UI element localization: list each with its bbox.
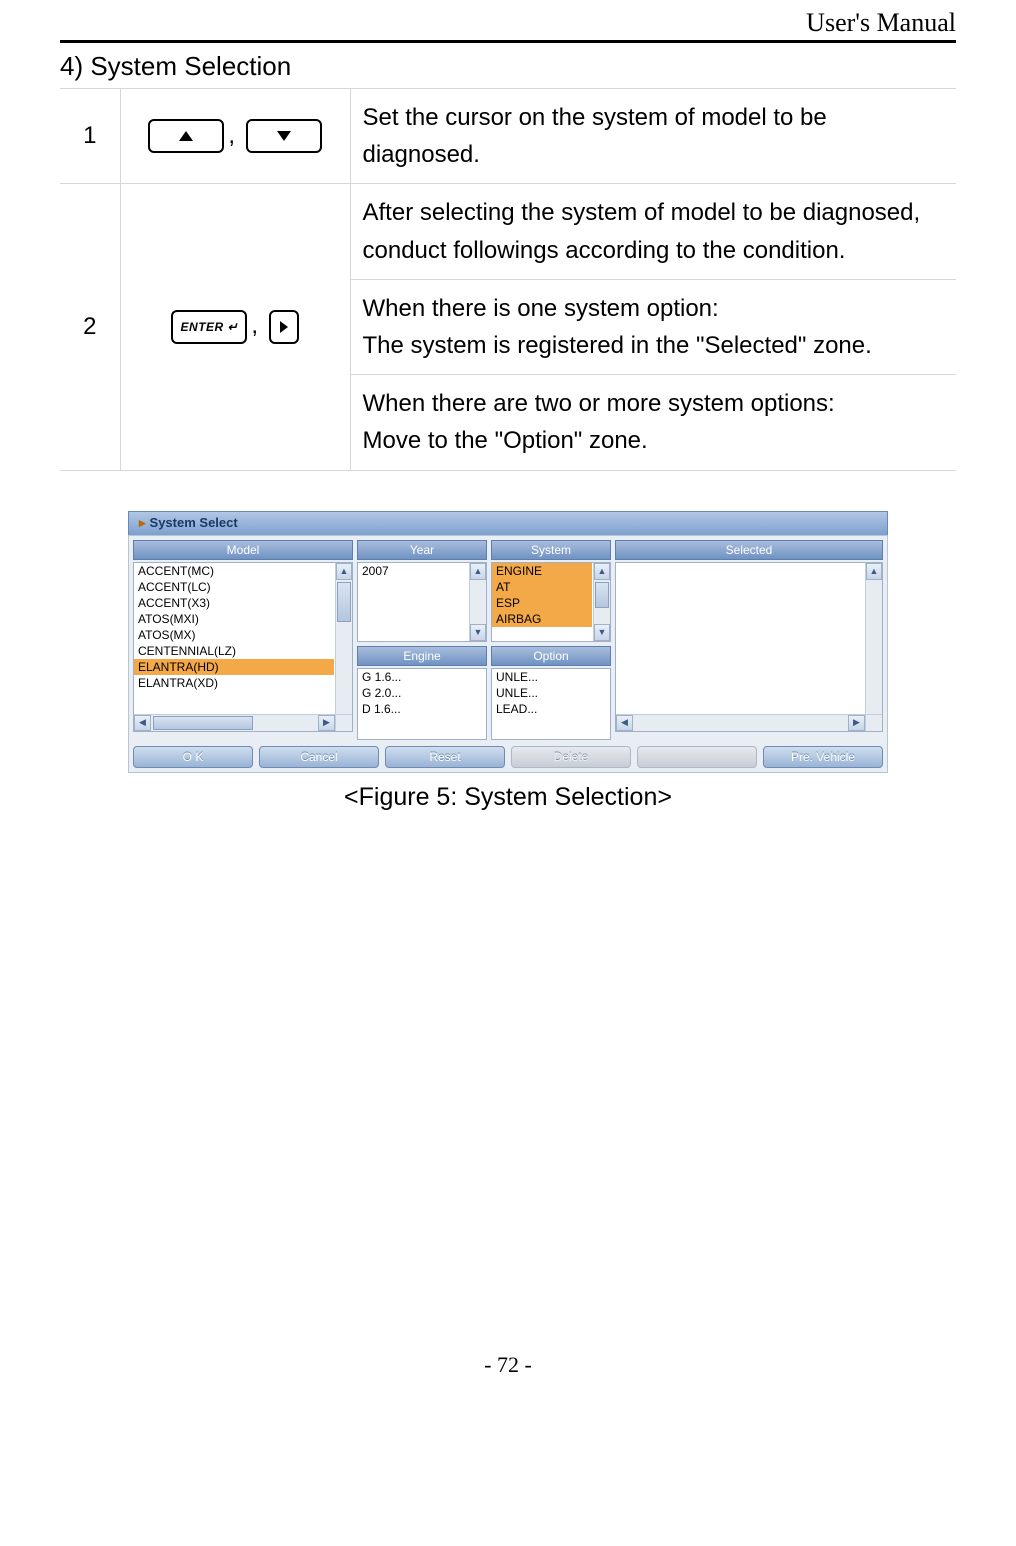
list-item[interactable]: D 1.6... [358,701,468,717]
header-rule [60,40,956,43]
scroll-left-icon[interactable]: ◀ [616,715,633,731]
row-number: 1 [60,89,120,184]
list-item[interactable]: LEAD... [492,701,592,717]
list-item[interactable]: ESP [492,595,592,611]
scroll-left-icon[interactable]: ◀ [134,715,151,731]
list-item[interactable]: ELANTRA(XD) [134,675,334,691]
blank-button [637,746,757,768]
row-number: 2 [60,184,120,470]
row-buttons: , [120,89,350,184]
scroll-up-icon[interactable]: ▲ [594,563,610,580]
scrollbar-vertical[interactable]: ▲ ▼ [469,563,486,641]
row-desc: When there are two or more system option… [350,375,956,470]
system-header: System [491,540,611,560]
year-header: Year [357,540,487,560]
scroll-up-icon[interactable]: ▲ [866,563,882,580]
scrollbar-vertical[interactable]: ▲ ▼ [593,563,610,641]
scroll-up-icon[interactable]: ▲ [470,563,486,580]
selected-listbox[interactable]: ▲ ▼ ◀ ▶ [615,562,883,732]
list-item[interactable]: AIRBAG [492,611,592,627]
list-item[interactable]: ELANTRA(HD) [134,659,334,675]
scroll-thumb[interactable] [595,582,609,608]
scrollbar-vertical[interactable]: ▲ ▼ [865,563,882,731]
triangle-down-icon [277,131,291,141]
pre-vehicle-button[interactable]: Pre. Vehicle [763,746,883,768]
list-item[interactable]: 2007 [358,563,468,579]
list-item[interactable]: ENGINE [492,563,592,579]
down-key [246,119,322,153]
panel-title: System Select [128,511,888,535]
list-item[interactable]: ACCENT(MC) [134,563,334,579]
list-item[interactable]: CENTENNIAL(LZ) [134,643,334,659]
list-item[interactable]: AT [492,579,592,595]
option-header: Option [491,646,611,666]
row-desc: After selecting the system of model to b… [350,184,956,279]
scroll-up-icon[interactable]: ▲ [336,563,352,580]
scroll-right-icon[interactable]: ▶ [848,715,865,731]
scroll-corner [335,714,352,731]
model-header: Model [133,540,353,560]
row-desc: When there is one system option: The sys… [350,279,956,374]
year-listbox[interactable]: 2007 ▲ ▼ [357,562,487,642]
list-item[interactable]: UNLE... [492,685,592,701]
enter-key: ENTER ↵ [171,310,247,344]
system-select-screenshot: System Select Model ACCENT(MC) ACCENT(LC… [128,511,888,773]
engine-listbox[interactable]: G 1.6... G 2.0... D 1.6... [357,668,487,740]
scroll-corner [865,714,882,731]
figure-caption: <Figure 5: System Selection> [128,783,888,812]
model-listbox[interactable]: ACCENT(MC) ACCENT(LC) ACCENT(X3) ATOS(MX… [133,562,353,732]
scroll-thumb[interactable] [337,582,351,622]
ok-button[interactable]: O K [133,746,253,768]
section-title: 4) System Selection [60,51,956,82]
enter-key-label: ENTER ↵ [181,320,239,334]
engine-header: Engine [357,646,487,666]
scrollbar-horizontal[interactable]: ◀ ▶ [616,714,865,731]
row-desc: Set the cursor on the system of model to… [350,89,956,184]
reset-button[interactable]: Reset [385,746,505,768]
list-item[interactable]: G 2.0... [358,685,468,701]
list-item[interactable]: ACCENT(X3) [134,595,334,611]
row-buttons: ENTER ↵, [120,184,350,470]
scrollbar-vertical[interactable]: ▲ ▼ [335,563,352,731]
scroll-down-icon[interactable]: ▼ [594,624,610,641]
selected-header: Selected [615,540,883,560]
triangle-up-icon [179,131,193,141]
up-key [148,119,224,153]
delete-button[interactable]: Delete [511,746,631,768]
doc-header: User's Manual [60,0,956,40]
right-key [269,310,299,344]
list-item[interactable]: UNLE... [492,669,592,685]
model-items: ACCENT(MC) ACCENT(LC) ACCENT(X3) ATOS(MX… [134,563,352,709]
scroll-right-icon[interactable]: ▶ [318,715,335,731]
list-item[interactable]: ACCENT(LC) [134,579,334,595]
option-listbox[interactable]: UNLE... UNLE... LEAD... [491,668,611,740]
page-number: - 72 - [60,1352,956,1378]
list-item[interactable]: G 1.6... [358,669,468,685]
system-listbox[interactable]: ENGINE AT ESP AIRBAG ▲ ▼ [491,562,611,642]
scrollbar-horizontal[interactable]: ◀ ▶ [134,714,335,731]
list-item[interactable]: ATOS(MX) [134,627,334,643]
cancel-button[interactable]: Cancel [259,746,379,768]
triangle-right-icon [280,321,288,333]
list-item[interactable]: ATOS(MXI) [134,611,334,627]
scroll-down-icon[interactable]: ▼ [470,624,486,641]
scroll-thumb[interactable] [153,716,253,730]
instruction-table: 1 , Set the cursor on the system of mode… [60,88,956,471]
